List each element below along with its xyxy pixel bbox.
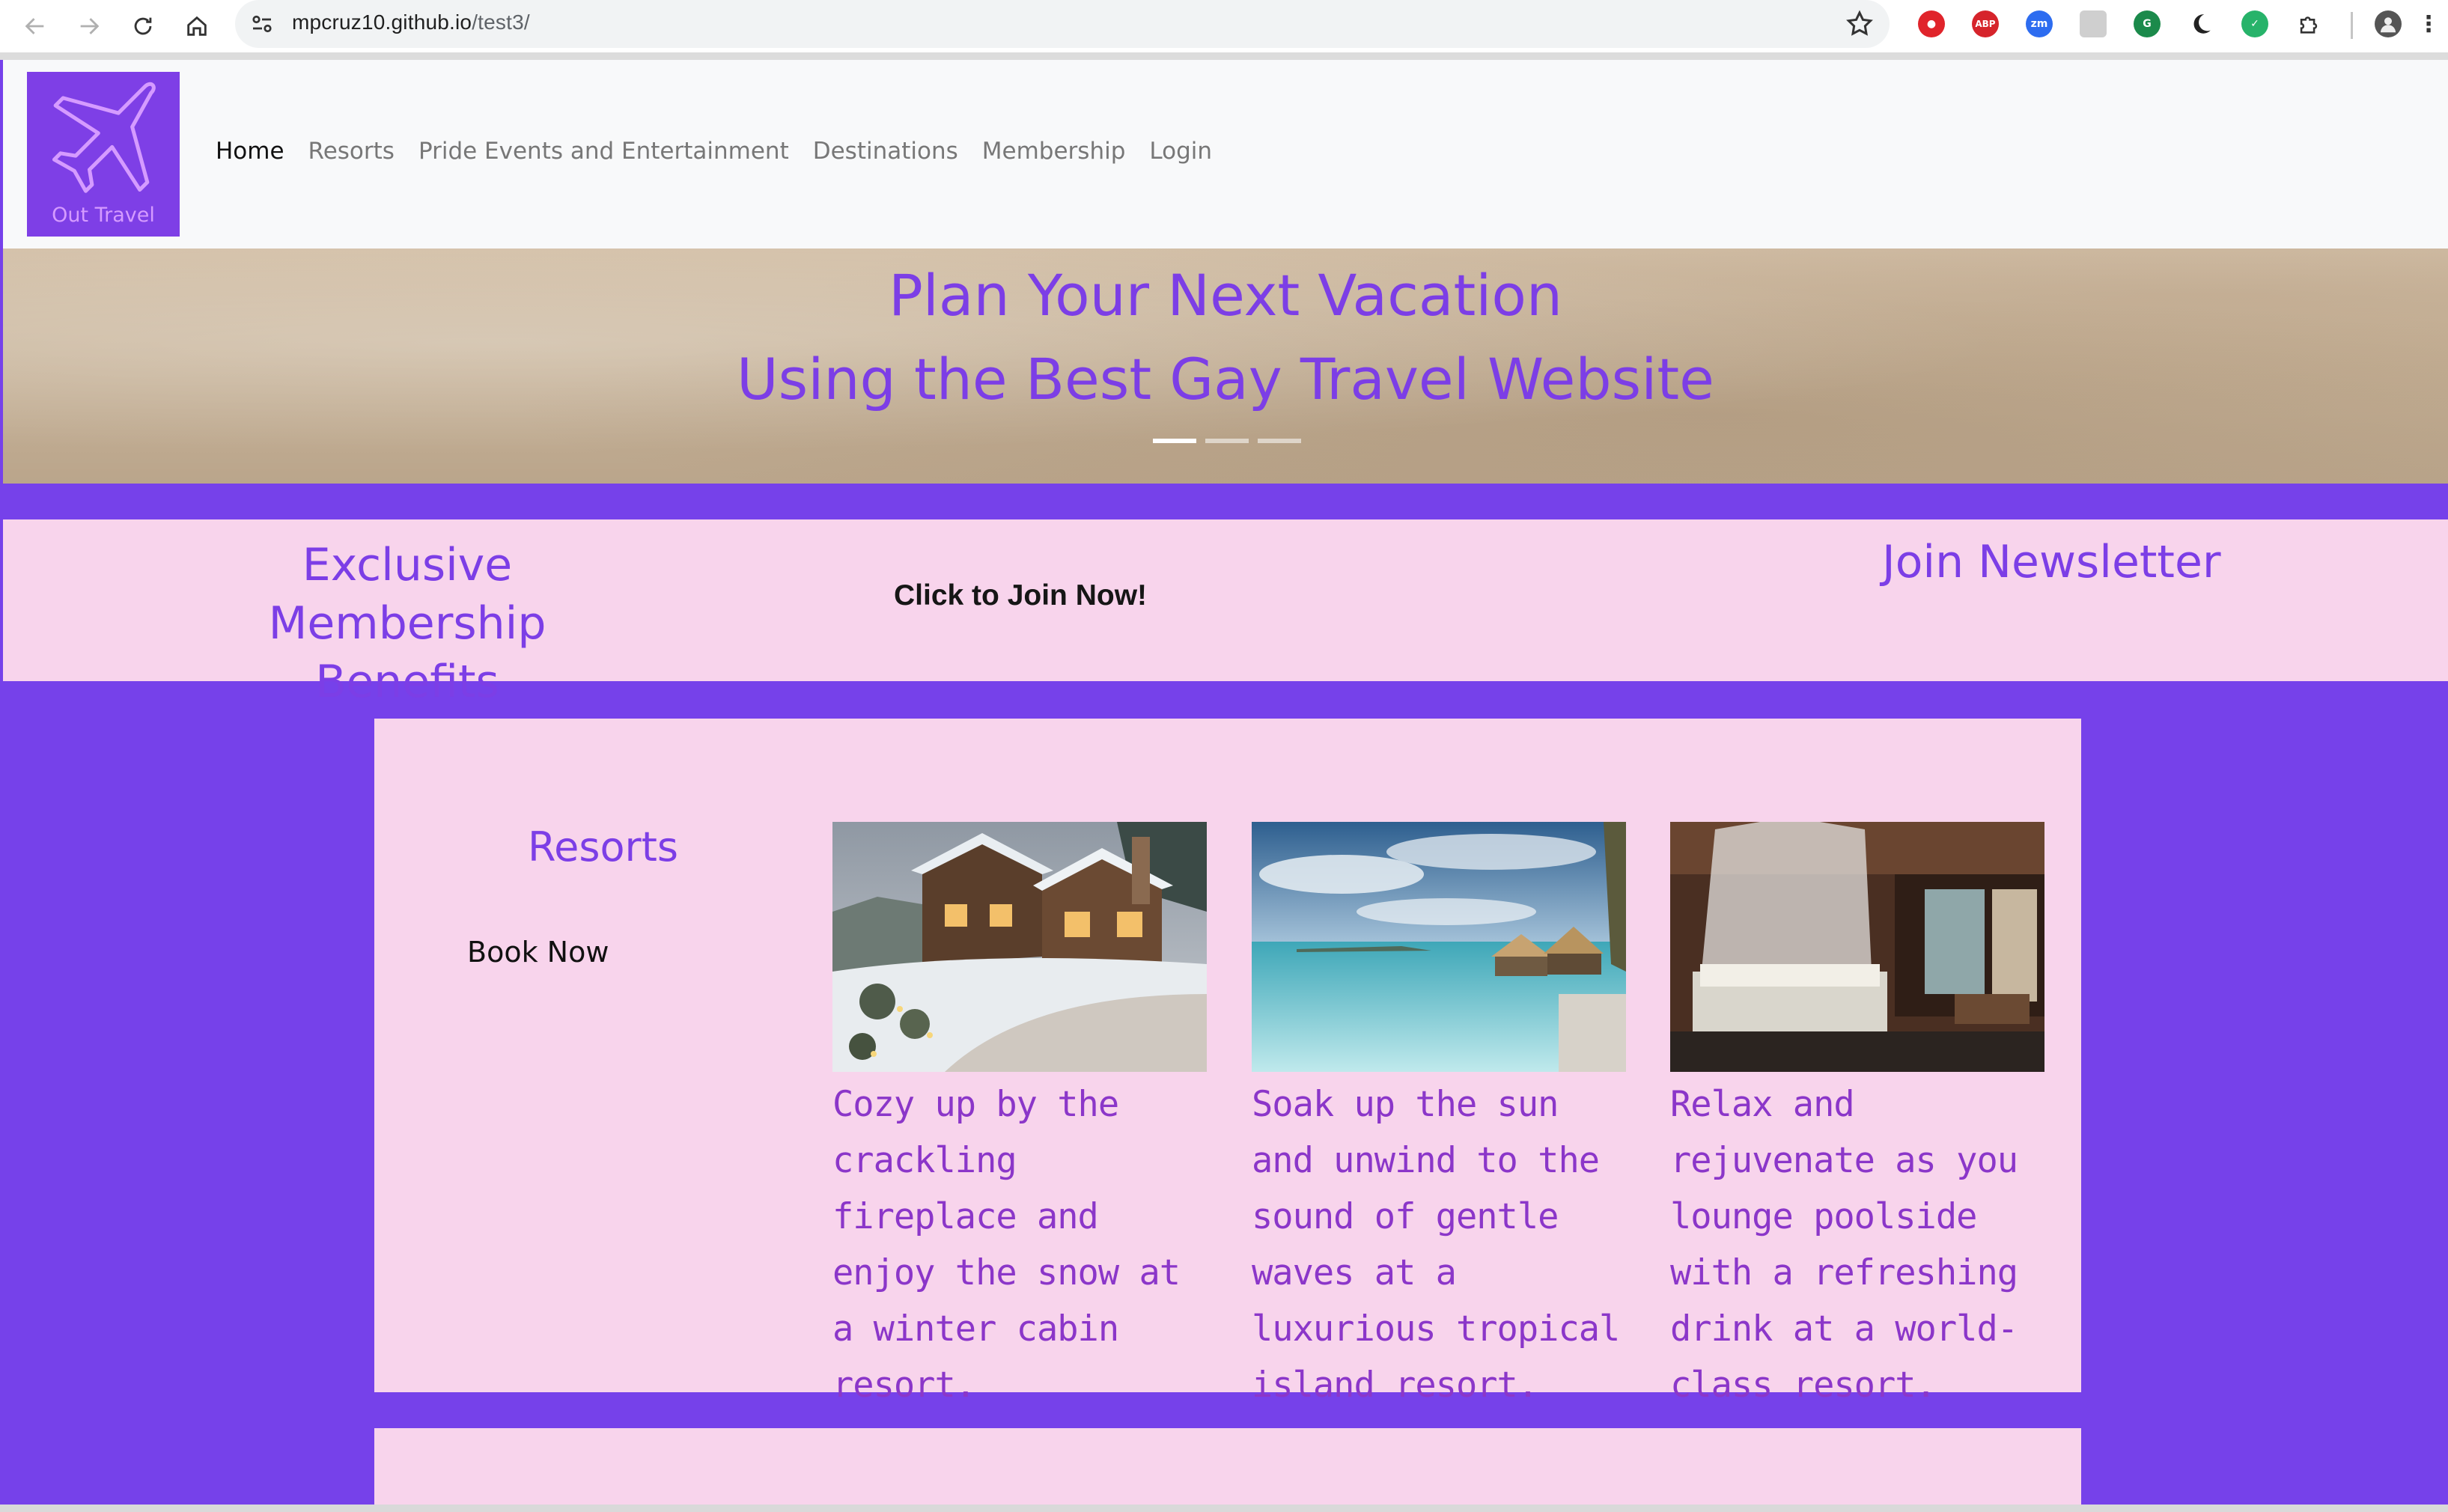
site-logo[interactable]: Out Travel	[27, 72, 180, 237]
site-navbar: Out Travel Home Resorts Pride Events and…	[3, 60, 2448, 249]
generic-extension-icon[interactable]	[2080, 10, 2107, 37]
hero-title-line-1: Plan Your Next Vacation	[888, 262, 1563, 329]
back-button[interactable]	[16, 7, 54, 45]
home-button[interactable]	[178, 7, 216, 45]
url-host: mpcruz10.github.io	[292, 10, 472, 34]
carousel-indicator-2[interactable]	[1205, 439, 1249, 443]
resort-card-description: Relax and rejuvenate as you lounge pools…	[1670, 1084, 2018, 1406]
url-text[interactable]: mpcruz10.github.io/test3/	[292, 10, 530, 34]
carousel-indicator-1[interactable]	[1153, 439, 1196, 443]
carousel-indicator-3[interactable]	[1258, 439, 1301, 443]
nav-home[interactable]: Home	[216, 138, 284, 165]
membership-strip: Exclusive Membership Benefits Click to J…	[3, 519, 2448, 708]
resort-bedroom-photo	[1670, 822, 2044, 1072]
adblock-plus-extension-icon[interactable]: ABP	[1972, 10, 1999, 37]
grammarly-extension-icon[interactable]: G	[2134, 10, 2161, 37]
tropical-island-photo	[1252, 822, 1626, 1072]
browser-menu-icon[interactable]: ⋮	[2417, 10, 2440, 37]
book-now-link[interactable]: Book Now	[467, 936, 609, 969]
winter-cabin-photo	[832, 822, 1207, 1072]
abp-badge: ABP	[1975, 19, 1996, 29]
toolbar-divider	[2351, 12, 2353, 39]
next-section-panel	[374, 1428, 2081, 1505]
resorts-heading: Resorts	[528, 823, 678, 871]
hero-title-line-2: Using the Best Gay Travel Website	[737, 346, 1714, 412]
carousel-indicators	[1153, 439, 1301, 443]
browser-toolbar: mpcruz10.github.io/test3/ ● ABP zm G ✓ ⋮	[0, 0, 2448, 52]
arrow-right-icon	[80, 18, 100, 34]
benefits-line-1: Exclusive	[302, 539, 513, 591]
zoom-extension-icon[interactable]: zm	[2026, 10, 2053, 37]
nav-pride-events[interactable]: Pride Events and Entertainment	[418, 138, 789, 165]
bookmark-star-icon[interactable]	[1845, 9, 1875, 39]
nav-destinations[interactable]: Destinations	[813, 138, 958, 165]
membership-benefits-heading: Exclusive Membership Benefits	[175, 536, 639, 711]
reload-icon	[134, 17, 152, 35]
reload-button[interactable]	[124, 7, 162, 45]
resort-card-description: Soak up the sun and unwind to the sound …	[1252, 1084, 1620, 1406]
extensions-puzzle-icon[interactable]	[2295, 10, 2322, 37]
resort-card-worldclass[interactable]: Relax and rejuvenate as you lounge pools…	[1670, 822, 2044, 1413]
ublock-extension-icon[interactable]: ●	[1918, 10, 1945, 37]
join-newsletter-link[interactable]: Join Newsletter	[1882, 536, 2221, 588]
shield-check-extension-icon[interactable]: ✓	[2241, 10, 2268, 37]
logo-text: Out Travel	[52, 204, 155, 227]
hero-carousel[interactable]: Plan Your Next Vacation Using the Best G…	[3, 249, 2448, 484]
nav-login[interactable]: Login	[1149, 138, 1212, 165]
site-info-icon[interactable]	[249, 10, 275, 37]
forward-button[interactable]	[70, 7, 108, 45]
join-now-link[interactable]: Click to Join Now!	[894, 579, 1147, 612]
nav-membership[interactable]: Membership	[982, 138, 1126, 165]
address-bar[interactable]: mpcruz10.github.io/test3/	[235, 0, 1890, 48]
resort-card-description: Cozy up by the crackling fireplace and e…	[832, 1084, 1181, 1406]
benefits-line-2: Membership Benefits	[268, 597, 546, 708]
zm-badge: zm	[2030, 18, 2048, 30]
arrow-left-icon	[25, 18, 44, 34]
toolbar-shadow	[0, 52, 2448, 60]
page-body: Out Travel Home Resorts Pride Events and…	[0, 60, 2448, 1505]
resorts-section: Resorts Book Now Cozy up by the cracklin…	[374, 719, 2081, 1406]
resort-card-tropical[interactable]: Soak up the sun and unwind to the sound …	[1252, 822, 1626, 1413]
dark-mode-moon-icon[interactable]	[2187, 10, 2214, 37]
url-path: /test3/	[472, 10, 530, 34]
home-icon	[187, 16, 207, 36]
nav-resorts[interactable]: Resorts	[308, 138, 395, 165]
horizontal-scrollbar[interactable]	[0, 1505, 2448, 1512]
airplane-icon	[52, 82, 156, 193]
primary-nav: Home Resorts Pride Events and Entertainm…	[216, 138, 1212, 165]
profile-avatar-icon[interactable]	[2375, 10, 2402, 37]
resort-card-winter[interactable]: Cozy up by the crackling fireplace and e…	[832, 822, 1207, 1413]
